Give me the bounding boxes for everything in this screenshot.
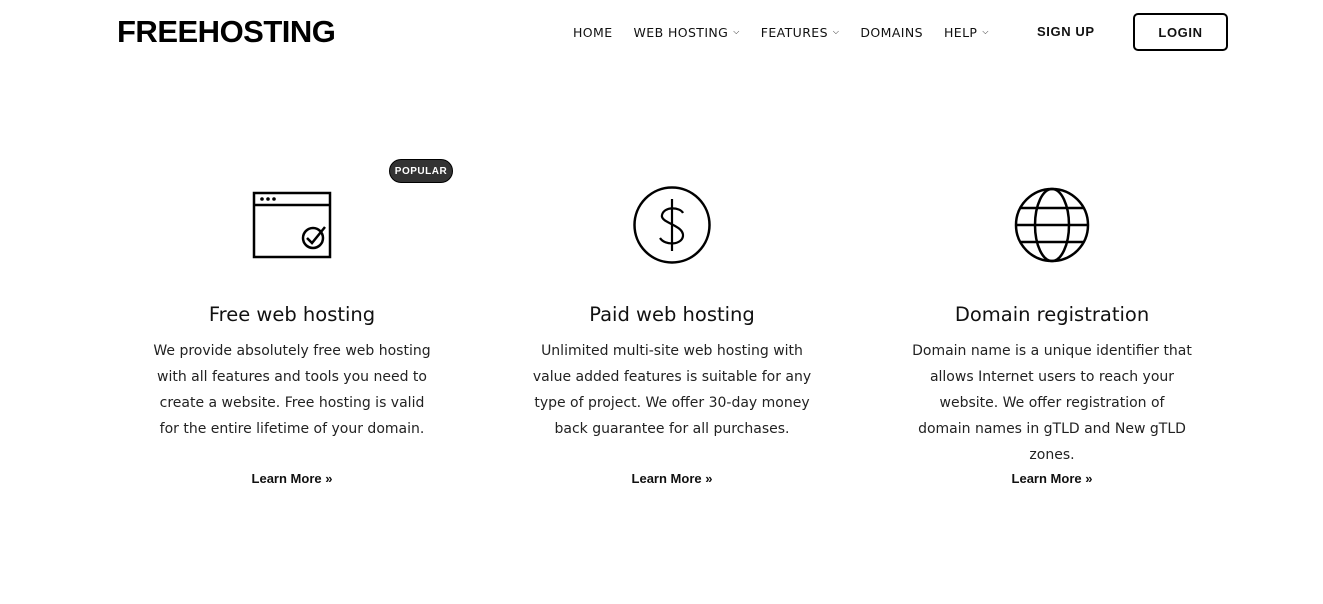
chevron-down-icon: ⌵	[832, 27, 840, 36]
dollar-circle-icon	[633, 186, 711, 264]
nav-help-label: HELP	[943, 24, 978, 40]
nav-home-label: HOME	[573, 24, 613, 40]
sign-up-link[interactable]: SIGN UP	[1037, 24, 1095, 39]
nav-web-hosting[interactable]: WEB HOSTING ⌵	[634, 25, 740, 40]
nav-features-label: FEATURES	[760, 24, 828, 40]
card-description: Domain name is a unique identifier that …	[912, 343, 1192, 463]
card-description: Unlimited multi-site web hosting with va…	[532, 343, 812, 437]
learn-more-link[interactable]: Learn More »	[902, 471, 1202, 486]
feature-card-domain-registration: Domain registration Domain name is a uni…	[902, 185, 1202, 486]
chevron-down-icon: ⌵	[733, 27, 740, 36]
card-title: Paid web hosting	[589, 303, 755, 326]
nav-home[interactable]: HOME	[573, 25, 613, 40]
card-title: Domain registration	[954, 303, 1150, 326]
globe-icon	[1014, 187, 1090, 263]
nav-features[interactable]: FEATURES ⌵	[761, 25, 840, 40]
learn-more-link[interactable]: Learn More »	[522, 471, 822, 486]
feature-card-paid-hosting: Paid web hosting Unlimited multi-site we…	[522, 185, 822, 486]
learn-more-link[interactable]: Learn More »	[142, 471, 442, 486]
browser-check-icon	[252, 191, 332, 259]
popular-badge: POPULAR	[389, 159, 453, 183]
nav-web-hosting-label: WEB HOSTING	[633, 24, 729, 40]
chevron-down-icon: ⌵	[982, 27, 989, 36]
login-button[interactable]: LOGIN	[1133, 13, 1228, 51]
nav-help[interactable]: HELP ⌵	[944, 25, 989, 40]
site-logo[interactable]: FREEHOSTING	[117, 14, 336, 50]
main-nav: HOME WEB HOSTING ⌵ FEATURES ⌵ DOMAINS HE…	[573, 22, 1010, 42]
card-description: We provide absolutely free web hosting w…	[153, 343, 431, 437]
nav-domains[interactable]: DOMAINS	[860, 25, 923, 40]
nav-domains-label: DOMAINS	[860, 24, 923, 40]
feature-card-free-hosting: Free web hosting We provide absolutely f…	[142, 185, 442, 486]
card-title: Free web hosting	[208, 303, 376, 326]
